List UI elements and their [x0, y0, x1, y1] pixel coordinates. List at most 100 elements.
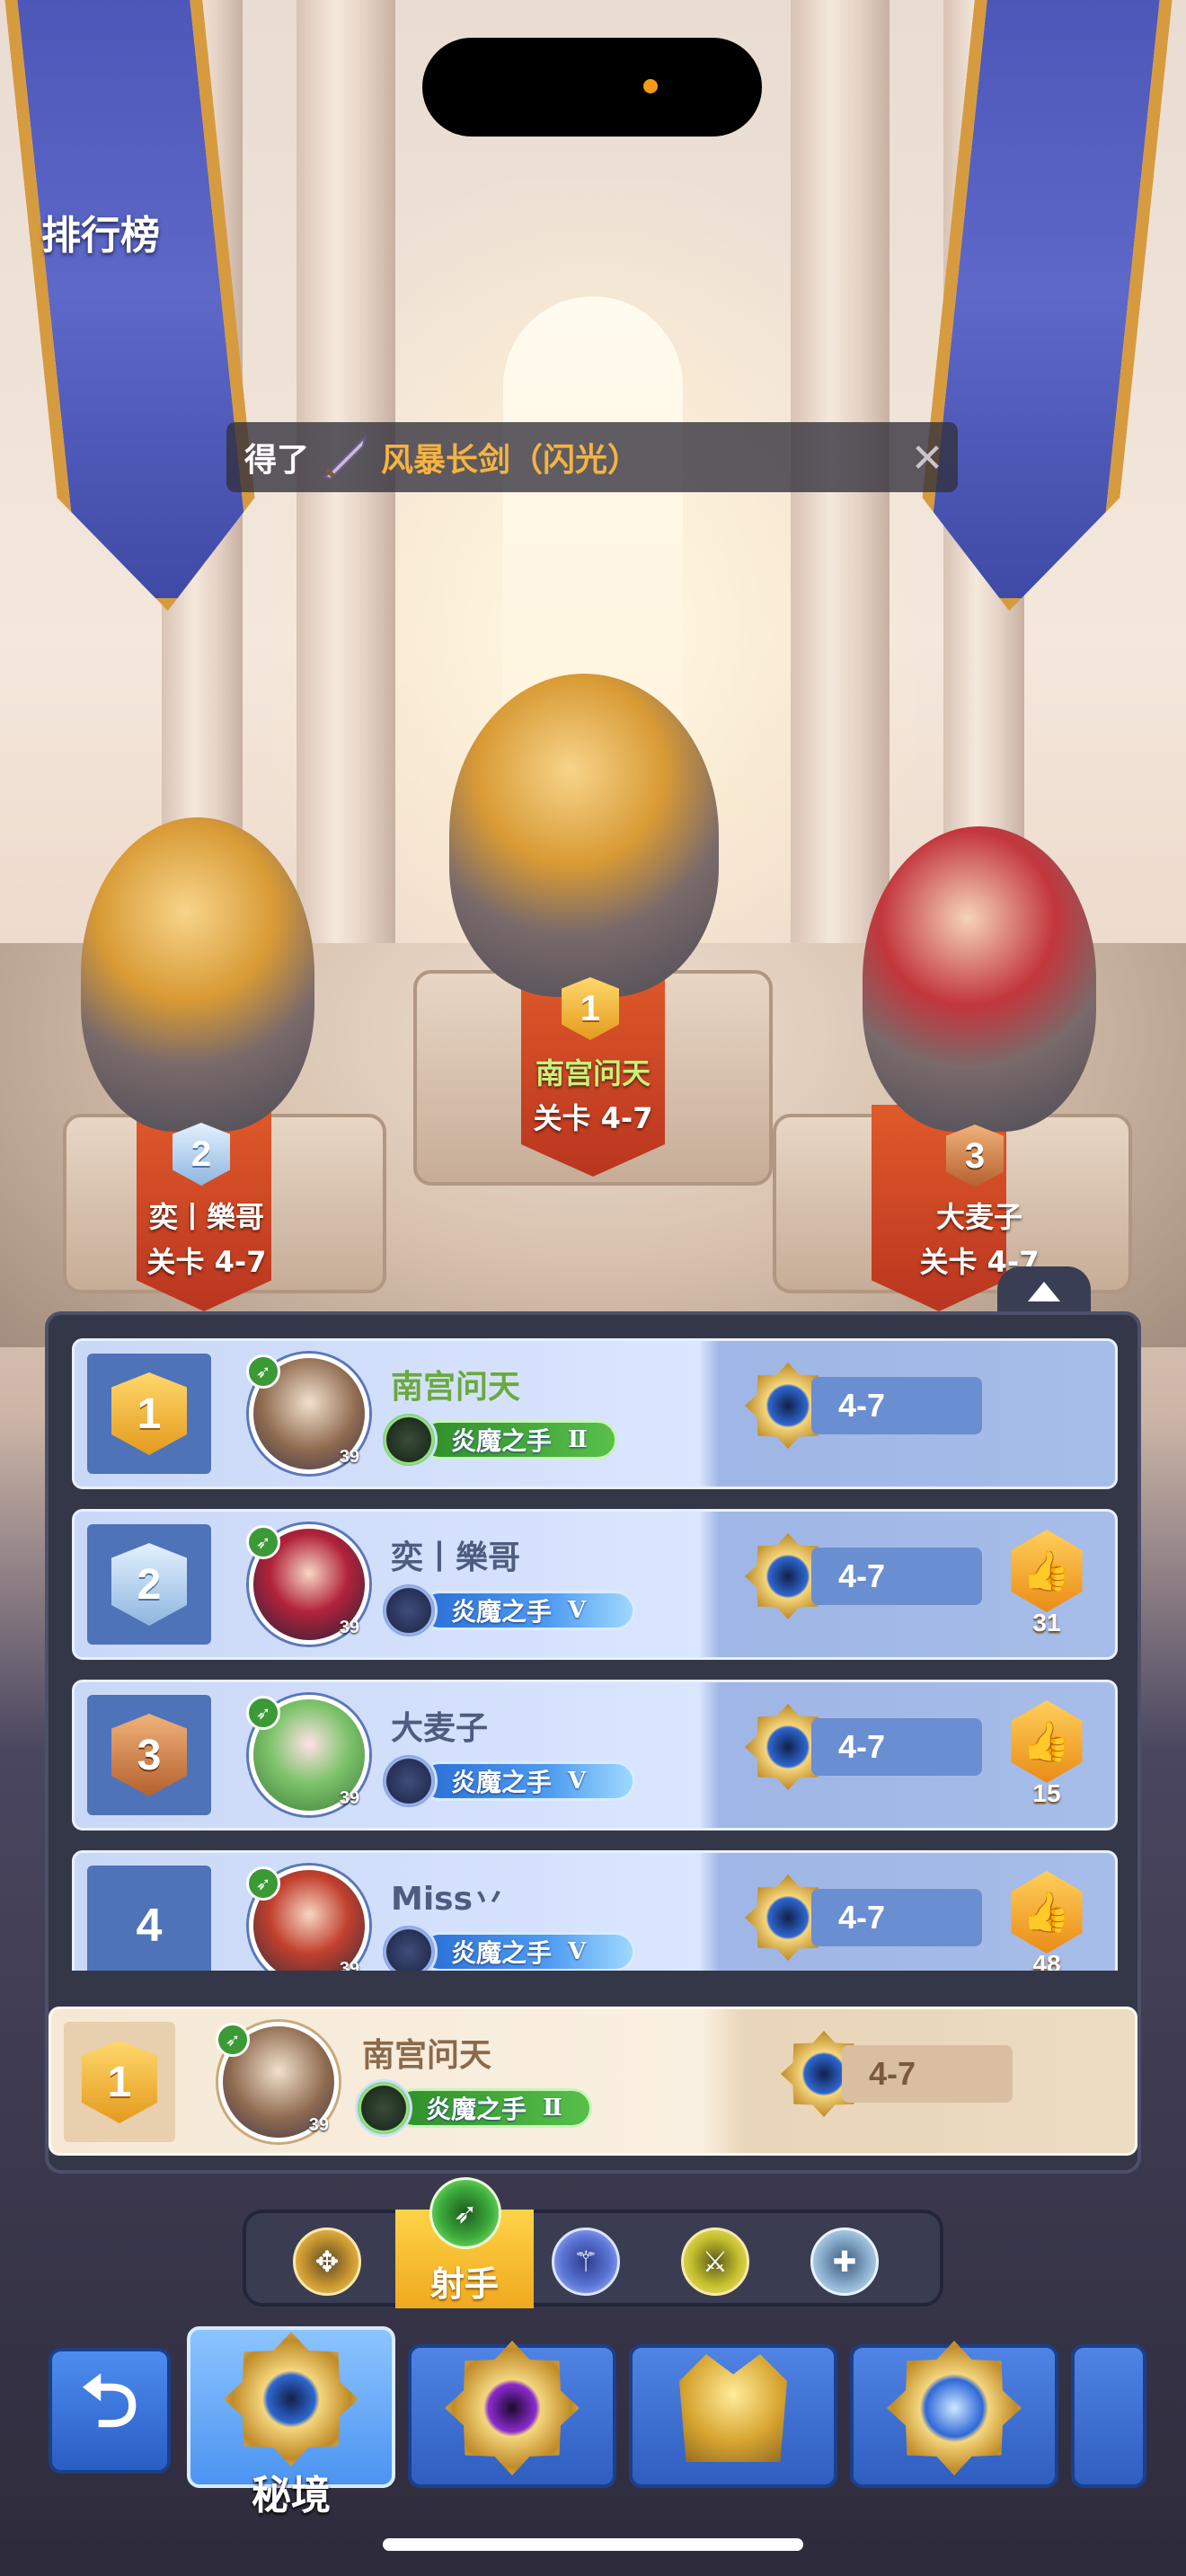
flame-emblem-icon [355, 2079, 412, 2137]
title-badge: 炎魔之手 Ⅱ [355, 2079, 612, 2137]
thumbs-up-icon[interactable]: 👍 [1011, 1871, 1083, 1954]
staff-class-icon[interactable]: ⚚ [552, 2228, 620, 2296]
toast-prefix: 得了 [244, 442, 310, 479]
my-rank-row[interactable]: 1 ➶ 39 南宫问天 炎魔之手 Ⅱ 4-7 [49, 2007, 1137, 2156]
bow-class-icon: ➶ [429, 2177, 501, 2249]
mode-label: 秘境 [252, 2473, 331, 2519]
star-emblem-icon [887, 2341, 1022, 2475]
sword-icon [323, 434, 367, 481]
leaderboard-list[interactable]: 1 ➶ 39 南宫问天 炎魔之手 Ⅱ 4-7 2 ➶ 39 奕丨樂哥 炎魔之手 … [72, 1338, 1118, 1971]
hero-rank-3[interactable] [863, 826, 1096, 1132]
player-level: 39 [339, 1618, 359, 1637]
mode-purple[interactable] [408, 2341, 616, 2488]
bow-class-icon: ➶ [216, 2023, 250, 2057]
leaderboard-panel: 1 ➶ 39 南宫问天 炎魔之手 Ⅱ 4-7 2 ➶ 39 奕丨樂哥 炎魔之手 … [45, 1311, 1141, 2174]
pillar [296, 0, 395, 1078]
bow-class-icon: ➶ [246, 1354, 280, 1389]
tab-archer[interactable]: ➶ 射手 [395, 2177, 534, 2308]
rank-badge-bronze: 3 [111, 1714, 187, 1796]
avatar[interactable]: ➶ 39 [216, 2022, 339, 2142]
player-name: 南宫问天 [391, 1369, 521, 1406]
podium-scene: 2 1 3 奕丨樂哥 关卡 4-7 南宫问天 关卡 4-7 大麦子 关卡 4-7 [0, 0, 1186, 1347]
hero-rank-1[interactable] [449, 674, 719, 997]
blade-class-icon[interactable]: ⚔ [681, 2228, 749, 2296]
page-title: 排行榜 [41, 213, 160, 259]
tab-archer-label: 射手 [429, 2264, 499, 2304]
rank-badge-silver: 2 [111, 1543, 187, 1626]
collapse-panel-button[interactable] [997, 1266, 1091, 1317]
rank-cell: 4 [87, 1866, 211, 1971]
crown-emblem-icon [679, 2354, 787, 2462]
rank-cell: 2 [87, 1524, 211, 1645]
mode-star[interactable] [850, 2341, 1058, 2488]
rank-cell: 1 [64, 2022, 175, 2142]
podium-name-3: 大麦子 [935, 1200, 1022, 1234]
table-row[interactable]: 3 ➶ 39 大麦子 炎魔之手 Ⅴ 4-7 👍 15 [72, 1680, 1118, 1831]
player-level: 39 [339, 1447, 359, 1467]
axe-class-icon[interactable]: ✥ [293, 2228, 361, 2296]
player-name: Miss丷 [391, 1881, 506, 1918]
title-bar: 炎魔之手 Ⅴ [420, 1761, 635, 1801]
dynamic-island [422, 38, 762, 137]
class-tab-bar: ✥ ➶ 射手 ⚚ ⚔ ✚ [243, 2177, 943, 2308]
rank-badge-gold: 1 [82, 2041, 157, 2123]
bow-class-icon: ➶ [246, 1866, 280, 1901]
stage-value: 4-7 [811, 1718, 982, 1776]
player-name: 大麦子 [391, 1710, 489, 1747]
title-name: 炎魔之手 [451, 1768, 553, 1797]
chevron-up-icon [1028, 1282, 1060, 1301]
like-count: 48 [1032, 1950, 1061, 1971]
mode-partial[interactable] [1071, 2344, 1146, 2488]
like-count: 15 [1032, 1779, 1061, 1807]
title-bar: 炎魔之手 Ⅱ [420, 1420, 617, 1460]
rank-number: 4 [136, 1900, 163, 1952]
mode-crown[interactable] [629, 2344, 837, 2488]
stage-value: 4-7 [842, 2045, 1013, 2103]
player-name: 南宫问天 [362, 2037, 492, 2074]
close-icon[interactable]: ✕ [904, 435, 951, 481]
flame-emblem-icon [380, 1923, 438, 1971]
player-level: 39 [308, 2115, 329, 2135]
avatar[interactable]: ➶ 39 [246, 1695, 369, 1815]
podium-name-1: 南宫问天 [535, 1056, 651, 1090]
stage-value: 4-7 [811, 1548, 982, 1605]
flame-emblem-icon [380, 1582, 438, 1639]
like-count: 31 [1032, 1609, 1061, 1636]
title-badge: 炎魔之手 Ⅱ [380, 1411, 637, 1469]
table-row[interactable]: 4 ➶ 39 Miss丷 炎魔之手 Ⅴ 4-7 👍 48 [72, 1850, 1118, 1971]
player-level: 39 [339, 1788, 359, 1808]
table-row[interactable]: 1 ➶ 39 南宫问天 炎魔之手 Ⅱ 4-7 [72, 1338, 1118, 1489]
purple-gem-emblem-icon [445, 2341, 580, 2475]
title-name: 炎魔之手 [426, 2095, 527, 2124]
avatar[interactable]: ➶ 39 [246, 1354, 369, 1474]
title-badge: 炎魔之手 Ⅴ [380, 1582, 637, 1639]
toast-item-name: 风暴长剑（闪光） [381, 442, 641, 479]
thumbs-up-icon[interactable]: 👍 [1011, 1530, 1083, 1612]
flame-emblem-icon [380, 1411, 438, 1469]
title-tier: Ⅱ [568, 1426, 588, 1453]
podium-stage-2: 关卡 4-7 [146, 1245, 267, 1279]
podium-stage-1: 关卡 4-7 [533, 1101, 653, 1135]
stage-value: 4-7 [811, 1889, 982, 1946]
mode-secret-realm[interactable]: 秘境 [187, 2326, 395, 2519]
home-indicator[interactable] [383, 2538, 803, 2551]
table-row[interactable]: 2 ➶ 39 奕丨樂哥 炎魔之手 Ⅴ 4-7 👍 31 [72, 1509, 1118, 1660]
title-name: 炎魔之手 [451, 1597, 553, 1627]
title-tier: Ⅱ [543, 2095, 562, 2122]
title-name: 炎魔之手 [451, 1426, 553, 1456]
bow-class-icon: ➶ [246, 1696, 280, 1730]
recording-indicator [643, 79, 658, 93]
avatar[interactable]: ➶ 39 [246, 1866, 369, 1971]
back-arrow-icon[interactable]: ⮌ [49, 2348, 171, 2474]
hero-rank-2[interactable] [81, 817, 314, 1132]
avatar[interactable]: ➶ 39 [246, 1524, 369, 1645]
cross-class-icon[interactable]: ✚ [810, 2228, 879, 2296]
rank-cell: 3 [87, 1695, 211, 1815]
title-badge: 炎魔之手 Ⅴ [380, 1752, 637, 1810]
item-obtained-toast: 得了 风暴长剑（闪光） ✕ [226, 422, 958, 492]
title-bar: 炎魔之手 Ⅴ [420, 1591, 635, 1630]
flame-emblem-icon [380, 1752, 438, 1810]
title-tier: Ⅴ [568, 1597, 587, 1624]
title-bar: 炎魔之手 Ⅱ [394, 2088, 592, 2128]
thumbs-up-icon[interactable]: 👍 [1011, 1700, 1083, 1783]
